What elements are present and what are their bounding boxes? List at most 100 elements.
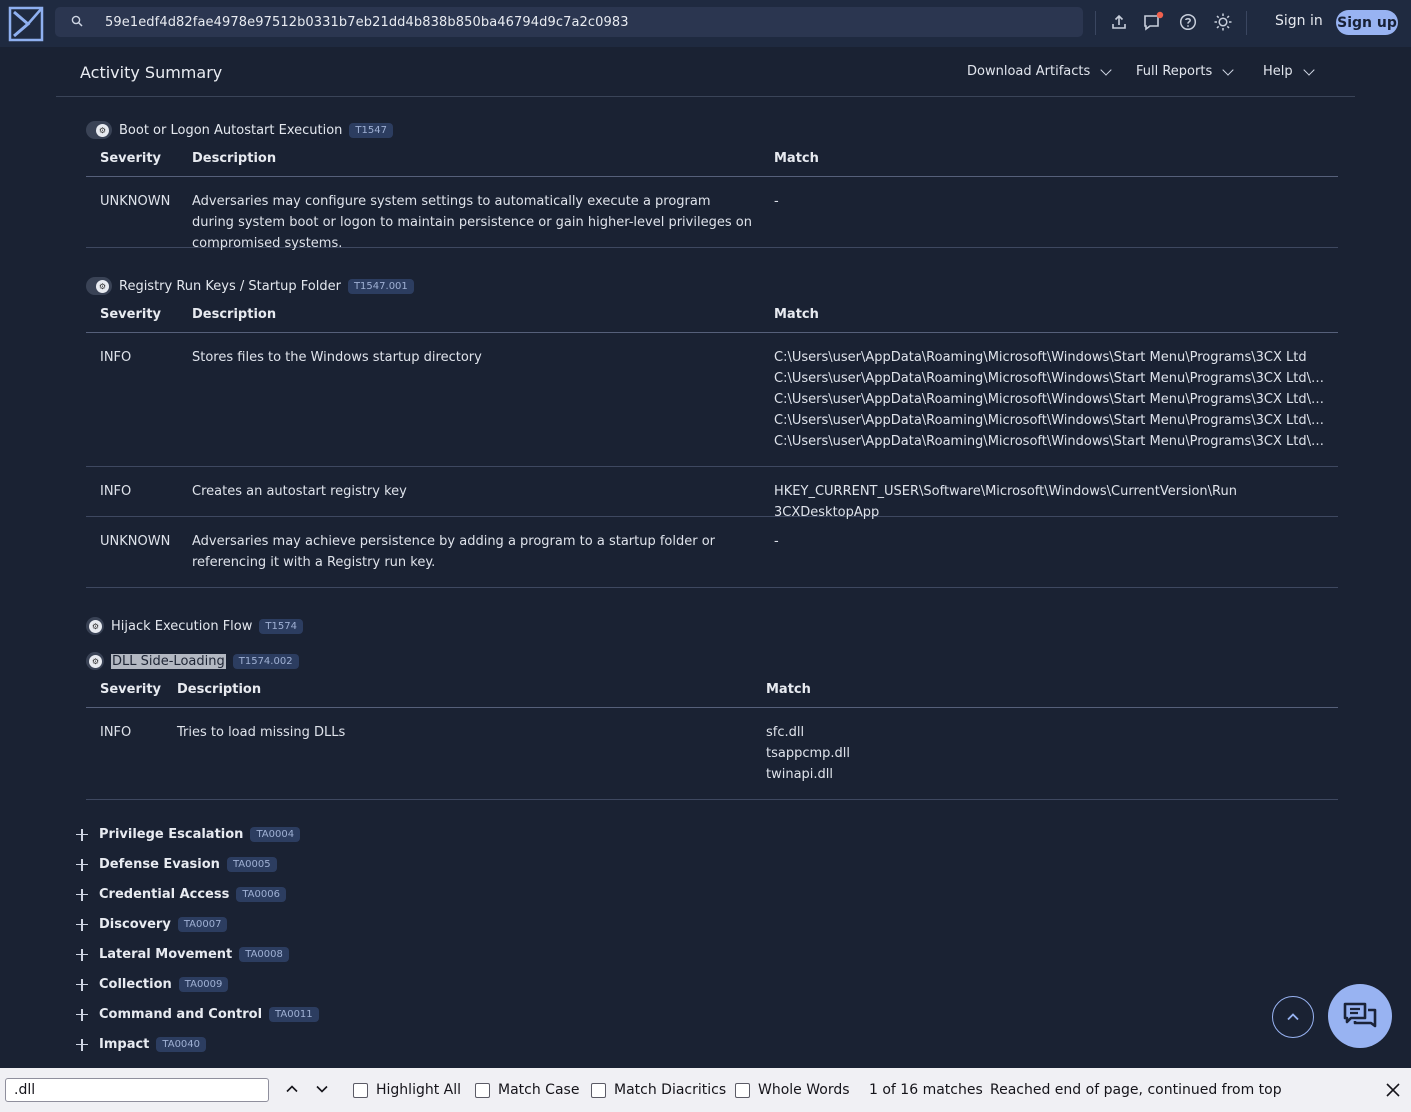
scroll-to-top-button[interactable] <box>1272 996 1314 1038</box>
match-list: C:\Users\user\AppData\Roaming\Microsoft\… <box>774 347 1326 452</box>
notification-icon[interactable] <box>1142 11 1164 33</box>
severity-label: INFO <box>100 350 132 365</box>
match-path: C:\Users\user\AppData\Roaming\Microsoft\… <box>774 434 1326 449</box>
match-path: C:\Users\user\AppData\Roaming\Microsoft\… <box>774 371 1326 386</box>
technique-header[interactable]: ⚙ Registry Run Keys / Startup Folder T15… <box>86 277 414 295</box>
match-dll: tsappcmp.dll <box>766 746 851 761</box>
tactic-impact[interactable]: Impact TA0040 <box>76 1037 207 1052</box>
logo-icon[interactable] <box>0 0 52 47</box>
tactic-defense-evasion[interactable]: Defense Evasion TA0005 <box>76 857 277 872</box>
table-row: UNKNOWN Adversaries may configure system… <box>86 178 1338 251</box>
match-text: - <box>774 534 779 549</box>
tactic-label: Lateral Movement <box>99 947 233 962</box>
tactic-label: Privilege Escalation <box>99 827 244 842</box>
column-header: Description <box>192 151 277 166</box>
menu-label: Full Reports <box>1136 64 1213 79</box>
activity-summary-header: Activity Summary Download Artifacts Full… <box>56 47 1355 97</box>
help-menu[interactable]: Help <box>1263 63 1315 79</box>
tactic-collection[interactable]: Collection TA0009 <box>76 977 229 992</box>
match-diacritics-checkbox[interactable]: Match Diacritics <box>591 1082 726 1098</box>
upload-icon[interactable] <box>1108 11 1130 33</box>
technique-toggle-icon[interactable]: ⚙ <box>86 277 112 295</box>
technique-toggle-icon[interactable]: ⚙ <box>86 652 104 670</box>
tactic-tag: TA0008 <box>239 947 289 962</box>
table-header: Severity Description Match <box>86 678 1338 708</box>
find-previous-button[interactable] <box>285 1082 299 1096</box>
tactic-command-and-control[interactable]: Command and Control TA0011 <box>76 1007 319 1022</box>
plus-icon[interactable] <box>76 918 90 932</box>
plus-icon[interactable] <box>76 948 90 962</box>
tactic-discovery[interactable]: Discovery TA0007 <box>76 917 228 932</box>
find-next-button[interactable] <box>315 1082 329 1096</box>
checkbox-label: Highlight All <box>376 1082 462 1098</box>
chat-button[interactable] <box>1328 984 1392 1048</box>
checkbox[interactable] <box>591 1082 606 1098</box>
column-header: Match <box>774 151 819 166</box>
technique-tag: T1547 <box>349 122 393 138</box>
whole-words-checkbox[interactable]: Whole Words <box>735 1082 850 1098</box>
highlight-all-checkbox[interactable]: Highlight All <box>353 1082 461 1098</box>
description-text: Stores files to the Windows startup dire… <box>192 350 482 365</box>
checkbox-label: Whole Words <box>758 1082 850 1098</box>
technique-tag: T1574 <box>259 618 303 634</box>
technique-header[interactable]: ⚙ Hijack Execution Flow T1574 <box>86 617 303 635</box>
table-row: UNKNOWN Adversaries may achieve persiste… <box>86 518 1338 588</box>
chevron-up-icon <box>1287 1013 1299 1021</box>
technique-name: Boot or Logon Autostart Execution <box>119 122 343 138</box>
severity-label: INFO <box>100 725 132 740</box>
column-header: Match <box>766 682 811 697</box>
full-reports-menu[interactable]: Full Reports <box>1136 63 1234 79</box>
tactic-tag: TA0009 <box>178 977 229 992</box>
column-header: Match <box>774 307 819 322</box>
chevron-down-icon <box>1302 63 1315 76</box>
search-bar[interactable]: 59e1edf4d82fae4978e97512b0331b7eb21dd4b8… <box>55 7 1083 37</box>
description-text: Creates an autostart registry key <box>192 484 407 499</box>
plus-icon[interactable] <box>76 1008 90 1022</box>
match-path: C:\Users\user\AppData\Roaming\Microsoft\… <box>774 413 1326 428</box>
checkbox[interactable] <box>475 1082 490 1098</box>
tactic-tag: TA0004 <box>250 827 301 842</box>
technique-name: Registry Run Keys / Startup Folder <box>119 278 341 294</box>
sign-up-button[interactable]: Sign up <box>1336 10 1398 35</box>
table-header: Severity Description Match <box>86 303 1338 333</box>
checkbox[interactable] <box>735 1082 750 1098</box>
technique-name: Hijack Execution Flow <box>111 618 253 634</box>
search-input[interactable]: 59e1edf4d82fae4978e97512b0331b7eb21dd4b8… <box>105 15 629 30</box>
theme-icon[interactable] <box>1212 11 1234 33</box>
find-status: Reached end of page, continued from top <box>990 1082 1282 1098</box>
technique-toggle-icon[interactable]: ⚙ <box>86 121 112 139</box>
tactic-lateral-movement[interactable]: Lateral Movement TA0008 <box>76 947 289 962</box>
download-artifacts-menu[interactable]: Download Artifacts <box>967 63 1112 79</box>
help-icon[interactable] <box>1177 11 1199 33</box>
divider <box>1246 11 1247 35</box>
divider <box>1095 11 1096 35</box>
checkbox[interactable] <box>353 1082 368 1098</box>
match-case-checkbox[interactable]: Match Case <box>475 1082 579 1098</box>
sign-in-link[interactable]: Sign in <box>1275 13 1323 29</box>
table-row: INFO Stores files to the Windows startup… <box>86 334 1338 467</box>
plus-icon[interactable] <box>76 828 90 842</box>
plus-icon[interactable] <box>76 888 90 902</box>
menu-label: Download Artifacts <box>967 64 1091 79</box>
find-input[interactable]: .dll <box>5 1078 269 1102</box>
description-text: Adversaries may achieve persistence by a… <box>192 534 716 570</box>
tactic-privilege-escalation[interactable]: Privilege Escalation TA0004 <box>76 827 301 842</box>
tactic-credential-access[interactable]: Credential Access TA0006 <box>76 887 286 902</box>
tactic-label: Command and Control <box>99 1007 263 1022</box>
match-dll: twinapi.dll <box>766 767 834 782</box>
table-header: Severity Description Match <box>86 147 1338 177</box>
technique-header[interactable]: ⚙ Boot or Logon Autostart Execution T154… <box>86 121 393 139</box>
chevron-down-icon <box>1100 63 1112 76</box>
plus-icon[interactable] <box>76 978 90 992</box>
menu-label: Help <box>1263 64 1293 79</box>
technique-header[interactable]: ⚙ DLL Side-Loading T1574.002 <box>86 652 299 670</box>
close-icon[interactable] <box>1384 1081 1402 1099</box>
checkbox-label: Match Diacritics <box>614 1082 727 1098</box>
tactic-label: Credential Access <box>99 887 230 902</box>
find-bar: .dll Highlight All Match Case Match Diac… <box>0 1068 1411 1112</box>
plus-icon[interactable] <box>76 1038 90 1052</box>
severity-label: UNKNOWN <box>100 194 171 209</box>
checkbox-label: Match Case <box>498 1082 580 1098</box>
technique-toggle-icon[interactable]: ⚙ <box>86 617 104 635</box>
plus-icon[interactable] <box>76 858 90 872</box>
